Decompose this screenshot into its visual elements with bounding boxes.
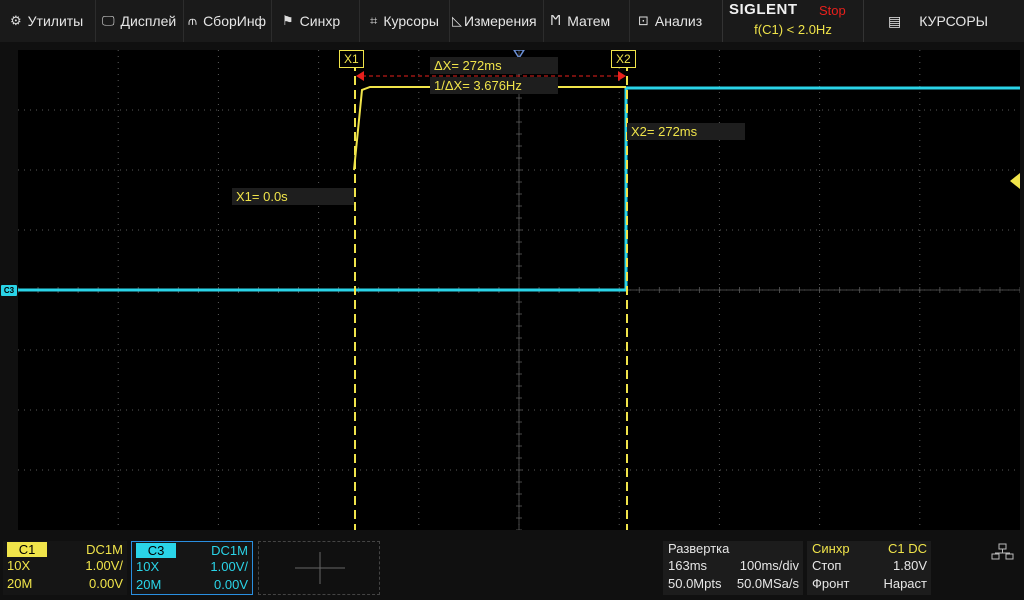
trigger-source: C1 DC [887, 541, 927, 556]
menu-cursors-label: Курсоры [383, 13, 439, 29]
menu-analysis-label: Анализ [654, 13, 703, 29]
frequency-counter: f(C1) < 2.0Hz [754, 22, 832, 37]
ch3-coupling: DC1M [211, 543, 248, 558]
ch3-offset: 0.00V [214, 577, 248, 592]
brand-status-panel: SIGLENT Stop f(C1) < 2.0Hz [722, 0, 864, 42]
waveform-display[interactable]: X1 X2 ΔX= 272ms 1/ΔX= 3.676Hz X1= 0.0s X… [18, 50, 1020, 530]
delta-arrow-right [618, 71, 626, 81]
menu-analysis[interactable]: ⊡ Анализ [630, 0, 722, 42]
ch3-badge: C3 [136, 543, 176, 558]
ch1-offset: 0.00V [89, 576, 123, 591]
ch1-info-panel[interactable]: C1 DC1M 10X 1.00V/ 20M 0.00V [3, 541, 127, 595]
trigger-title: Синхр [812, 541, 850, 556]
analysis-icon: ⊡ [638, 13, 649, 29]
ch3-offset-marker[interactable]: C3 [1, 285, 17, 296]
menu-acquire[interactable]: ⫙ СборИнф [184, 0, 272, 42]
brand-logo: SIGLENT [729, 1, 798, 18]
x2-readout: X2= 272ms [627, 123, 745, 140]
math-icon: Ϻ [550, 13, 562, 29]
cursor-x2-tag[interactable]: X2 [611, 50, 636, 68]
menu-measure-label: Измерения [464, 13, 537, 29]
crosshair-icon: ⌗ [370, 13, 378, 29]
x1-readout: X1= 0.0s [232, 188, 354, 205]
sample-rate: 50.0MSa/s [736, 576, 799, 591]
cursor-x1-tag[interactable]: X1 [339, 50, 364, 68]
ch3-bandwidth: 20M [136, 577, 162, 592]
delta-arrow-left [356, 71, 364, 81]
menu-utilities-label: Утилиты [27, 13, 84, 29]
trigger-type: Фронт [812, 576, 850, 591]
menu-trigger[interactable]: ⚑ Синхр [272, 0, 360, 42]
menu-math[interactable]: Ϻ Матем [544, 0, 630, 42]
cursors-menu-label: КУРСОРЫ [919, 13, 989, 29]
document-icon: ▤ [888, 12, 902, 29]
flag-icon: ⚑ [282, 13, 294, 29]
menu-utilities[interactable]: ⚙ Утилиты [0, 0, 96, 42]
ch1-badge: C1 [7, 542, 47, 557]
acquire-icon: ⫙ [188, 13, 198, 29]
trigger-level: 1.80V [893, 558, 927, 573]
timebase-scale: 100ms/div [739, 558, 799, 573]
timebase-title: Развертка [668, 541, 730, 556]
menu-measure[interactable]: ◺ Измерения [450, 0, 544, 42]
inverse-delta-readout: 1/ΔX= 3.676Hz [430, 77, 558, 94]
plus-icon [295, 552, 345, 584]
monitor-icon: 🖵 [102, 13, 115, 29]
timebase-panel[interactable]: Развертка 163ms 100ms/div 50.0Mpts 50.0M… [663, 541, 803, 595]
menu-trigger-label: Синхр [299, 13, 341, 29]
ch3-info-panel[interactable]: C3 DC1M 10X 1.00V/ 20M 0.00V [131, 541, 253, 595]
ch1-trace [353, 86, 626, 171]
trigger-panel[interactable]: Синхр C1 DC Стоп 1.80V Фронт Нараст [807, 541, 931, 595]
trigger-mode: Стоп [812, 558, 842, 573]
run-status[interactable]: Stop [819, 3, 846, 18]
delta-x-readout: ΔX= 272ms [430, 57, 558, 74]
ch3-probe: 10X [136, 559, 160, 574]
ch1-bandwidth: 20M [7, 576, 33, 591]
trigger-level-marker[interactable] [1010, 173, 1020, 189]
cursors-menu-button[interactable]: ▤ КУРСОРЫ [870, 0, 1024, 42]
menu-acquire-label: СборИнф [203, 13, 267, 29]
ch1-coupling: DC1M [86, 542, 123, 557]
ch1-scale: 1.00V/ [85, 558, 123, 573]
measure-icon: ◺ [452, 13, 462, 29]
ch1-probe: 10X [7, 558, 31, 573]
add-channel-slot[interactable] [258, 541, 380, 595]
timebase-delay: 163ms [668, 558, 708, 573]
waveform-canvas [18, 50, 1020, 530]
network-icon[interactable] [990, 542, 1016, 562]
gear-icon: ⚙ [10, 13, 22, 29]
menu-display-label: Дисплей [120, 13, 177, 29]
memory-depth: 50.0Mpts [668, 576, 722, 591]
ch3-scale: 1.00V/ [210, 559, 248, 574]
trigger-slope: Нараст [883, 576, 927, 591]
menu-cursors[interactable]: ⌗ Курсоры [360, 0, 450, 42]
menu-display[interactable]: 🖵 Дисплей [96, 0, 184, 42]
menu-math-label: Матем [567, 13, 611, 29]
